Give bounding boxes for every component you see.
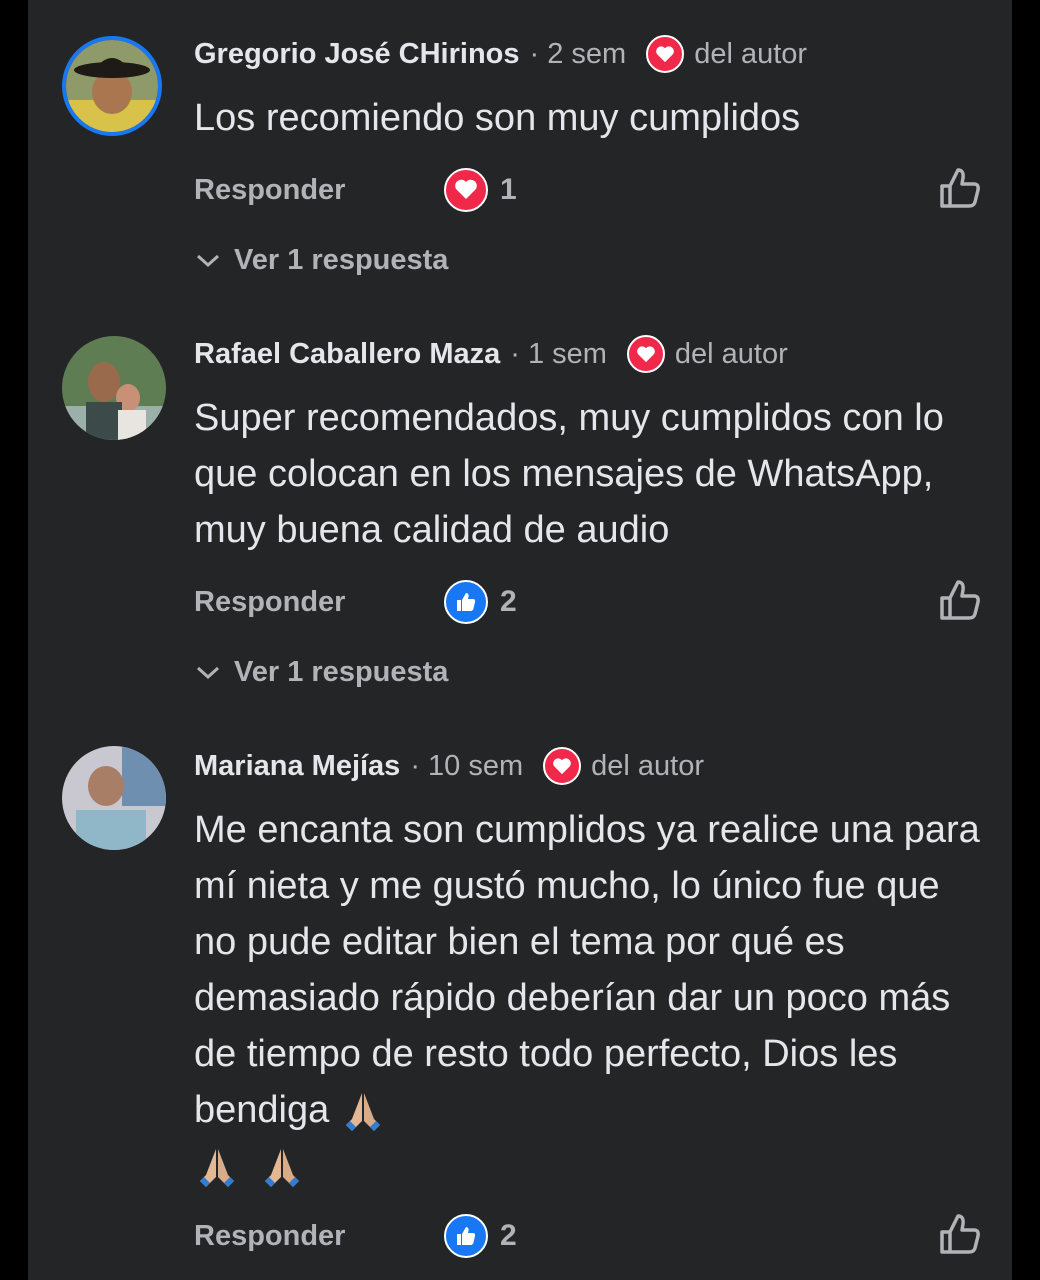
love-reaction-icon [444, 168, 488, 212]
like-button-icon[interactable] [936, 1210, 984, 1258]
comment-time: · 10 sem [410, 749, 524, 782]
chevron-down-icon [196, 666, 220, 680]
reaction-count: 1 [500, 173, 517, 206]
comment-actions: Responder 1 [194, 168, 984, 212]
author-reaction-label: del autor [694, 37, 808, 70]
author-name[interactable]: Gregorio José CHirinos [194, 38, 520, 71]
view-replies-button[interactable]: Ver 1 respuesta [194, 652, 448, 692]
reply-button[interactable]: Responder [194, 174, 345, 207]
comment-header: Rafael Caballero Maza · 1 sem del autor [194, 332, 788, 376]
comment-header: Gregorio José CHirinos · 2 sem del autor [194, 32, 807, 76]
comment-text: Los recomiendo son muy cumplidos [194, 97, 801, 139]
comment-time: · 1 sem [510, 337, 607, 370]
reaction-count: 2 [500, 1219, 517, 1252]
author-name[interactable]: Rafael Caballero Maza [194, 338, 500, 371]
avatar[interactable] [62, 36, 162, 136]
author-reaction-label: del autor [591, 749, 705, 782]
author-reaction-label: del autor [674, 337, 788, 370]
like-button-icon[interactable] [936, 164, 984, 212]
reaction-summary[interactable]: 1 [444, 168, 517, 212]
reaction-summary[interactable]: 2 [444, 580, 517, 624]
comment-actions: Responder 2 [194, 1214, 984, 1258]
avatar[interactable] [62, 746, 166, 850]
heart-icon [626, 335, 665, 373]
comment-time: · 2 sem [529, 37, 627, 70]
reaction-count: 2 [500, 585, 517, 618]
view-replies-button[interactable]: Ver 1 respuesta [194, 240, 448, 280]
like-reaction-icon [444, 580, 488, 624]
comment-text: Me encanta son cumplidos ya realice una … [194, 802, 984, 1194]
folded-hands-emoji [200, 1148, 234, 1187]
folded-hands-emoji [264, 1148, 299, 1187]
view-replies-label: Ver 1 respuesta [234, 243, 449, 276]
reply-button[interactable]: Responder [194, 1220, 345, 1253]
view-replies-label: Ver 1 respuesta [234, 655, 449, 688]
like-reaction-icon [444, 1214, 488, 1258]
comment-actions: Responder 2 [194, 580, 984, 624]
like-button-icon[interactable] [936, 576, 984, 624]
comment-header: Mariana Mejías · 10 sem del autor [194, 744, 704, 788]
heart-icon [646, 35, 685, 73]
folded-hands-emoji [345, 1092, 380, 1131]
reaction-summary[interactable]: 2 [444, 1214, 517, 1258]
reply-button[interactable]: Responder [194, 586, 345, 619]
avatar[interactable] [62, 336, 166, 440]
comment-text: Super recomendados, muy cumplidos con lo… [194, 397, 944, 551]
heart-icon [543, 747, 582, 785]
comments-screen: Gregorio José CHirinos · 2 sem del autor… [28, 0, 1012, 1280]
comment-text-content: Me encanta son cumplidos ya realice una … [194, 809, 980, 1131]
chevron-down-icon [196, 254, 220, 268]
author-name[interactable]: Mariana Mejías [194, 750, 400, 783]
